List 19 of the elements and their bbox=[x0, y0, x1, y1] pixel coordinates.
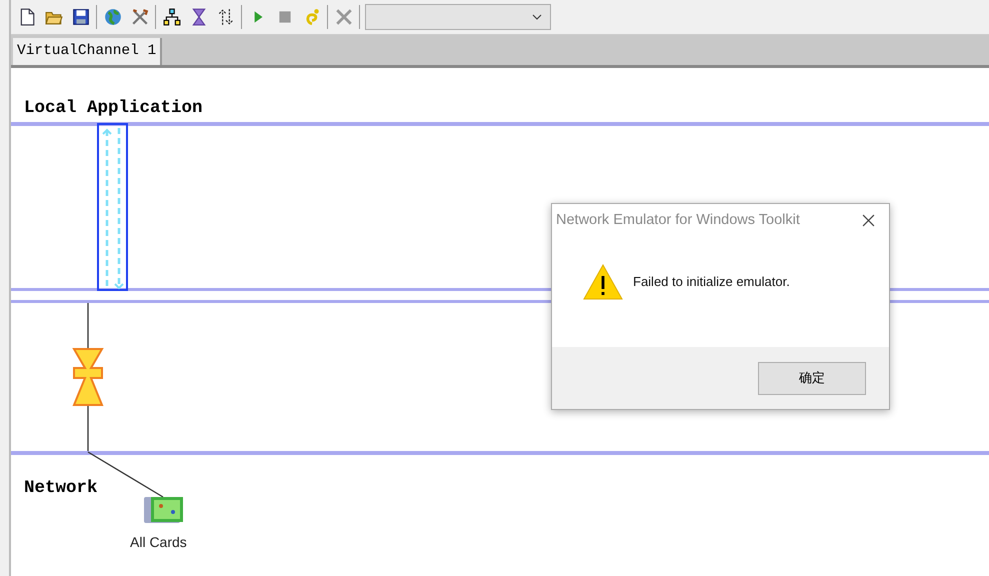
lane-label: Local Application bbox=[24, 98, 203, 118]
globe-icon[interactable] bbox=[104, 8, 122, 26]
tools-icon[interactable] bbox=[130, 8, 148, 26]
channel-drawing[interactable] bbox=[97, 123, 128, 291]
crossed-tools-icon[interactable] bbox=[334, 8, 352, 26]
up-down-arrows-icon[interactable] bbox=[216, 8, 234, 26]
lane-label: Network bbox=[24, 478, 98, 498]
hierarchy-icon[interactable] bbox=[162, 8, 180, 26]
chevron-icon bbox=[532, 14, 542, 20]
node-label: All Cards bbox=[130, 534, 187, 550]
network-card-icon[interactable] bbox=[144, 497, 183, 523]
hourglass-icon[interactable] bbox=[190, 8, 208, 26]
close-button[interactable] bbox=[862, 214, 875, 226]
ok-button[interactable]: 确定 bbox=[758, 362, 866, 394]
dialog-message: Failed to initialize emulator. bbox=[633, 274, 790, 289]
tab[interactable]: VirtualChannel 1 bbox=[13, 38, 162, 65]
warning-icon bbox=[583, 264, 623, 300]
close-icon bbox=[862, 214, 875, 226]
dialog-title: Network Emulator for Windows Toolkit bbox=[556, 212, 800, 228]
